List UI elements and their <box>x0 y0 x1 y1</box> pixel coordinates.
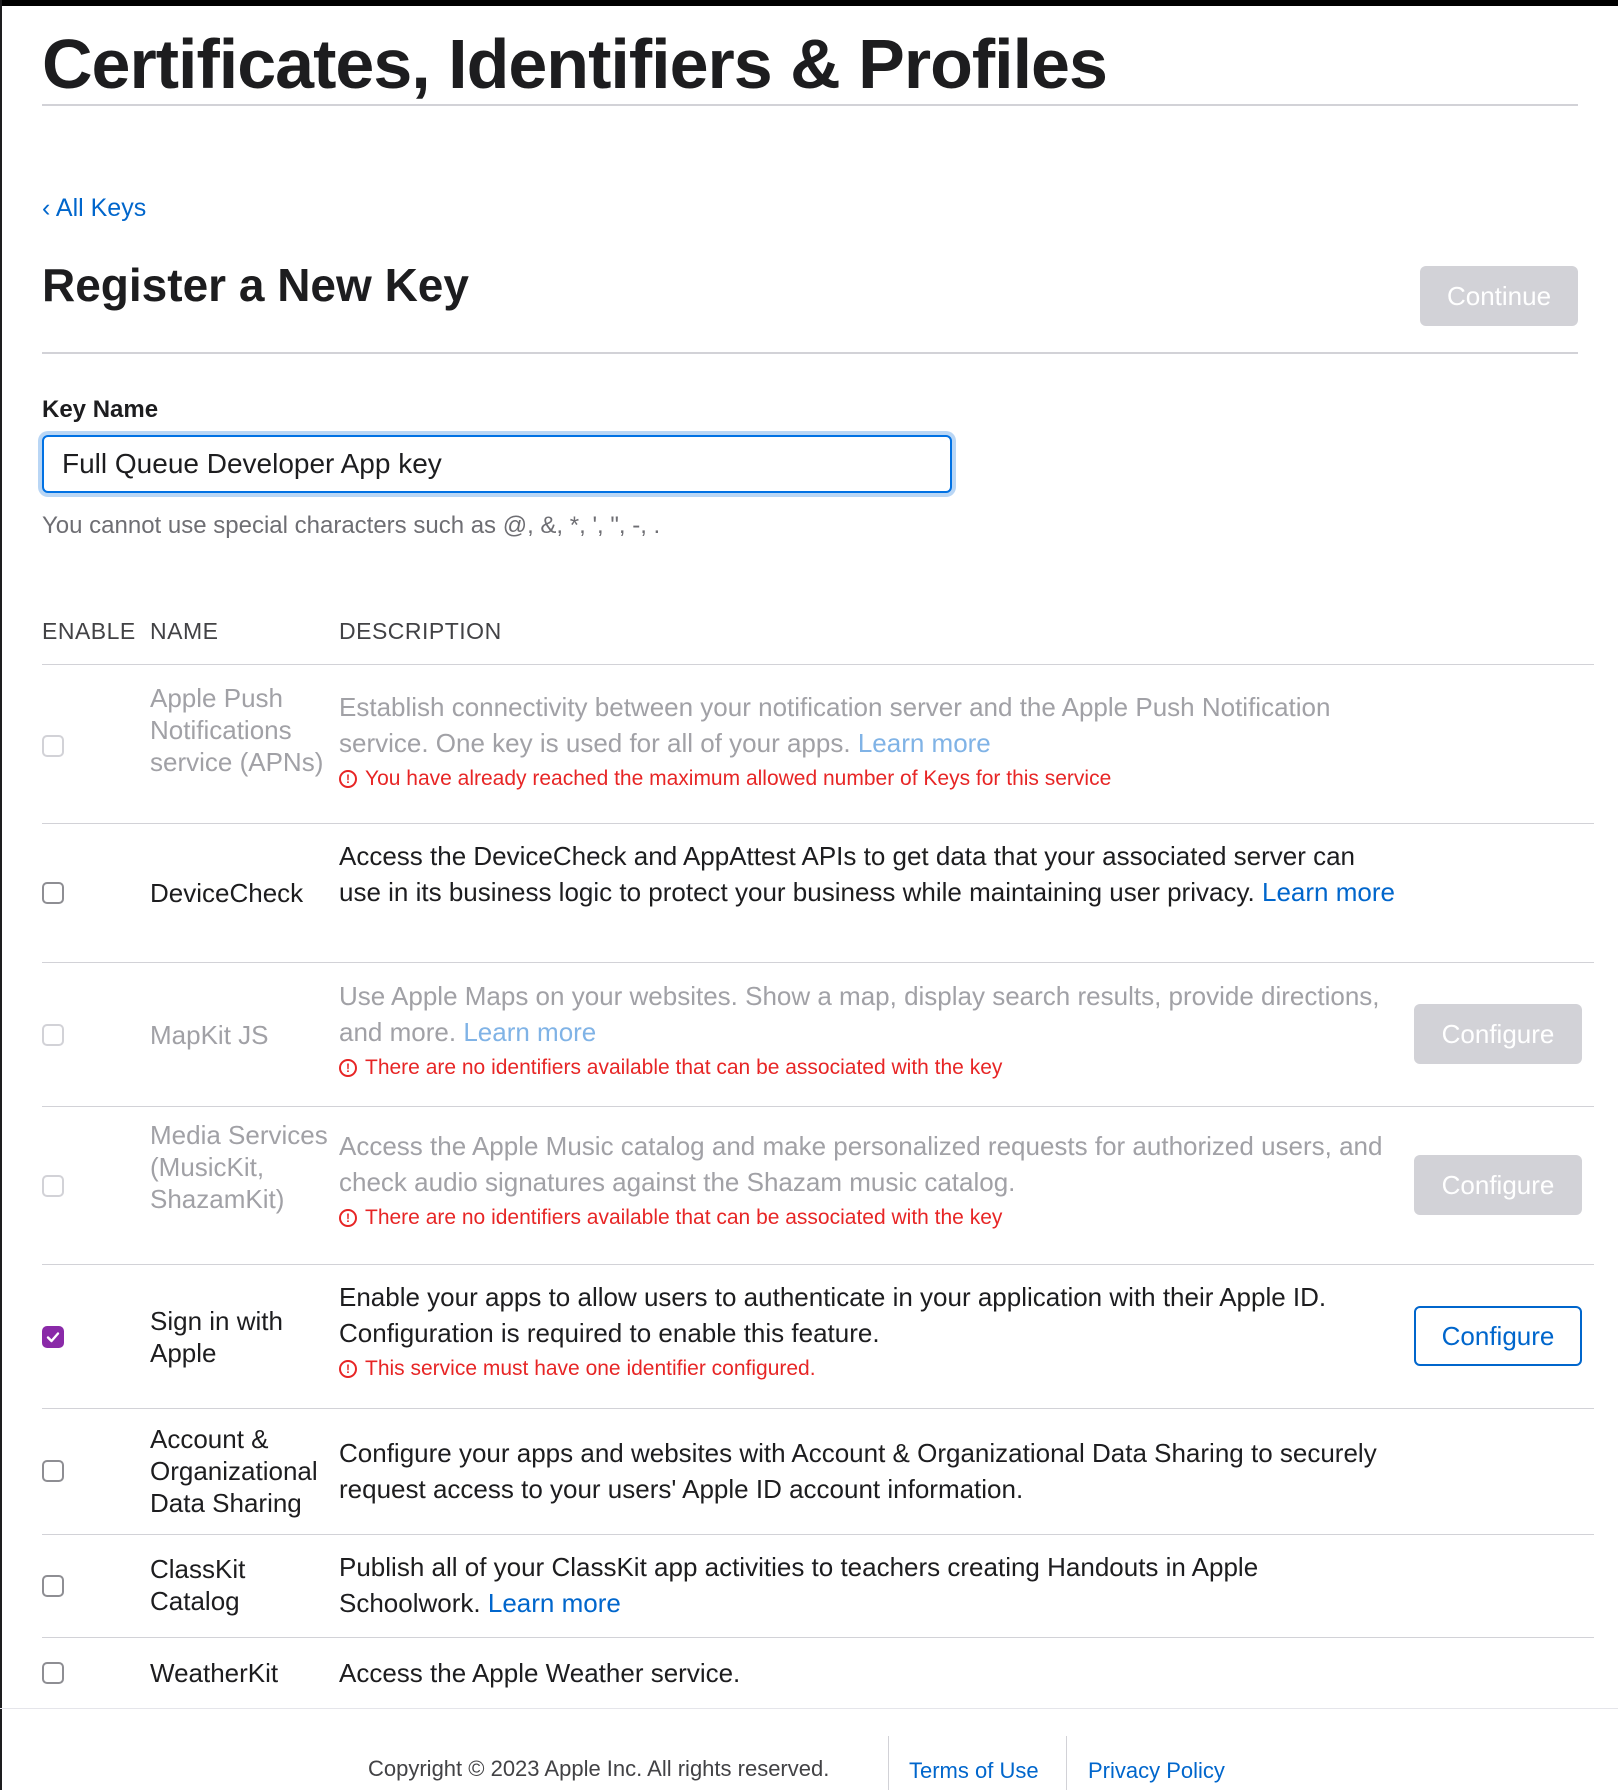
footer-divider <box>0 1708 1618 1709</box>
classkit-catalog-checkbox[interactable] <box>42 1575 64 1597</box>
warning-message: ! You have already reached the maximum a… <box>339 765 1399 793</box>
top-border <box>0 0 1618 6</box>
service-name: ClassKit Catalog <box>150 1554 246 1616</box>
service-description: Configure your apps and websites with Ac… <box>339 1435 1399 1507</box>
column-header-name: NAME <box>150 618 219 644</box>
weatherkit-checkbox[interactable] <box>42 1662 64 1684</box>
service-description: Establish connectivity between your noti… <box>339 689 1399 793</box>
description-text: Access the Apple Weather service. <box>339 1658 741 1688</box>
description-text: Access the DeviceCheck and AppAttest API… <box>339 841 1356 907</box>
key-name-input[interactable] <box>42 435 952 493</box>
learn-more-link[interactable]: Learn more <box>858 728 991 758</box>
continue-button[interactable]: Continue <box>1420 266 1578 326</box>
mapkit-js-checkbox[interactable] <box>42 1024 64 1046</box>
service-row-apns: Apple Push Notifications service (APNs) … <box>42 665 1594 824</box>
key-name-label: Key Name <box>42 396 159 423</box>
learn-more-link[interactable]: Learn more <box>463 1017 596 1047</box>
alert-circle-icon: ! <box>339 1059 357 1077</box>
service-name: MapKit JS <box>150 1020 269 1050</box>
checkmark-icon <box>46 1332 60 1343</box>
service-description: Access the Apple Music catalog and make … <box>339 1128 1399 1232</box>
alert-circle-icon: ! <box>339 1360 357 1378</box>
title-divider <box>42 104 1578 106</box>
description-text: Enable your apps to allow users to authe… <box>339 1282 1327 1348</box>
service-row-account-data-sharing: Account & Organizational Data Sharing Co… <box>42 1409 1594 1535</box>
service-description: Use Apple Maps on your websites. Show a … <box>339 978 1399 1082</box>
account-data-sharing-checkbox[interactable] <box>42 1460 64 1482</box>
learn-more-link[interactable]: Learn more <box>1262 877 1395 907</box>
apns-checkbox[interactable] <box>42 735 64 757</box>
learn-more-link[interactable]: Learn more <box>488 1588 621 1618</box>
mapkit-configure-button[interactable]: Configure <box>1414 1004 1582 1064</box>
column-header-enable: ENABLE <box>42 618 136 644</box>
service-description: Publish all of your ClassKit app activit… <box>339 1549 1399 1621</box>
devicecheck-checkbox[interactable] <box>42 882 64 904</box>
service-description: Enable your apps to allow users to authe… <box>339 1279 1399 1383</box>
service-name: WeatherKit <box>150 1658 279 1688</box>
footer-separator <box>1066 1736 1067 1790</box>
service-row-weatherkit: WeatherKit Access the Apple Weather serv… <box>42 1638 1594 1709</box>
warning-message: ! This service must have one identifier … <box>339 1355 1399 1383</box>
section-divider <box>42 352 1578 354</box>
media-services-checkbox[interactable] <box>42 1175 64 1197</box>
privacy-policy-link[interactable]: Privacy Policy <box>1088 1758 1225 1784</box>
service-name: Sign in with Apple <box>150 1306 283 1368</box>
service-row-mapkit-js: MapKit JS Use Apple Maps on your website… <box>42 963 1594 1107</box>
key-name-hint: You cannot use special characters such a… <box>42 512 661 539</box>
service-name: Media Services (MusicKit, ShazamKit) <box>150 1120 328 1214</box>
description-text: Publish all of your ClassKit app activit… <box>339 1552 1259 1618</box>
description-text: Configure your apps and websites with Ac… <box>339 1438 1377 1504</box>
service-row-classkit-catalog: ClassKit Catalog Publish all of your Cla… <box>42 1535 1594 1638</box>
service-row-media-services: Media Services (MusicKit, ShazamKit) Acc… <box>42 1107 1594 1265</box>
warning-text: This service must have one identifier co… <box>365 1357 816 1380</box>
footer-separator <box>888 1736 889 1790</box>
alert-circle-icon: ! <box>339 770 357 788</box>
footer-copyright: Copyright © 2023 Apple Inc. All rights r… <box>368 1756 830 1781</box>
service-name: DeviceCheck <box>150 878 304 908</box>
description-text: Access the Apple Music catalog and make … <box>339 1131 1383 1197</box>
description-text: Establish connectivity between your noti… <box>339 692 1331 758</box>
alert-circle-icon: ! <box>339 1209 357 1227</box>
sign-in-with-apple-checkbox[interactable] <box>42 1326 64 1348</box>
warning-message: ! There are no identifiers available tha… <box>339 1204 1399 1232</box>
left-border <box>0 0 2 1790</box>
column-header-description: DESCRIPTION <box>339 618 502 644</box>
warning-text: There are no identifiers available that … <box>365 1206 1003 1229</box>
service-name: Apple Push Notifications service (APNs) <box>150 683 324 777</box>
service-row-sign-in-with-apple: Sign in with Apple Enable your apps to a… <box>42 1265 1594 1409</box>
sign-in-with-apple-configure-button[interactable]: Configure <box>1414 1306 1582 1366</box>
warning-text: There are no identifiers available that … <box>365 1056 1003 1079</box>
service-description: Access the DeviceCheck and AppAttest API… <box>339 838 1399 910</box>
service-name: Account & Organizational Data Sharing <box>150 1424 318 1518</box>
warning-message: ! There are no identifiers available tha… <box>339 1054 1399 1082</box>
terms-of-use-link[interactable]: Terms of Use <box>909 1758 1039 1784</box>
service-row-devicecheck: DeviceCheck Access the DeviceCheck and A… <box>42 824 1594 963</box>
service-description: Access the Apple Weather service. <box>339 1655 1399 1691</box>
all-keys-back-link[interactable]: ‹ All Keys <box>42 194 146 223</box>
page-title: Certificates, Identifiers & Profiles <box>42 25 1108 103</box>
media-services-configure-button[interactable]: Configure <box>1414 1155 1582 1215</box>
section-title: Register a New Key <box>42 259 469 311</box>
warning-text: You have already reached the maximum all… <box>365 767 1112 790</box>
